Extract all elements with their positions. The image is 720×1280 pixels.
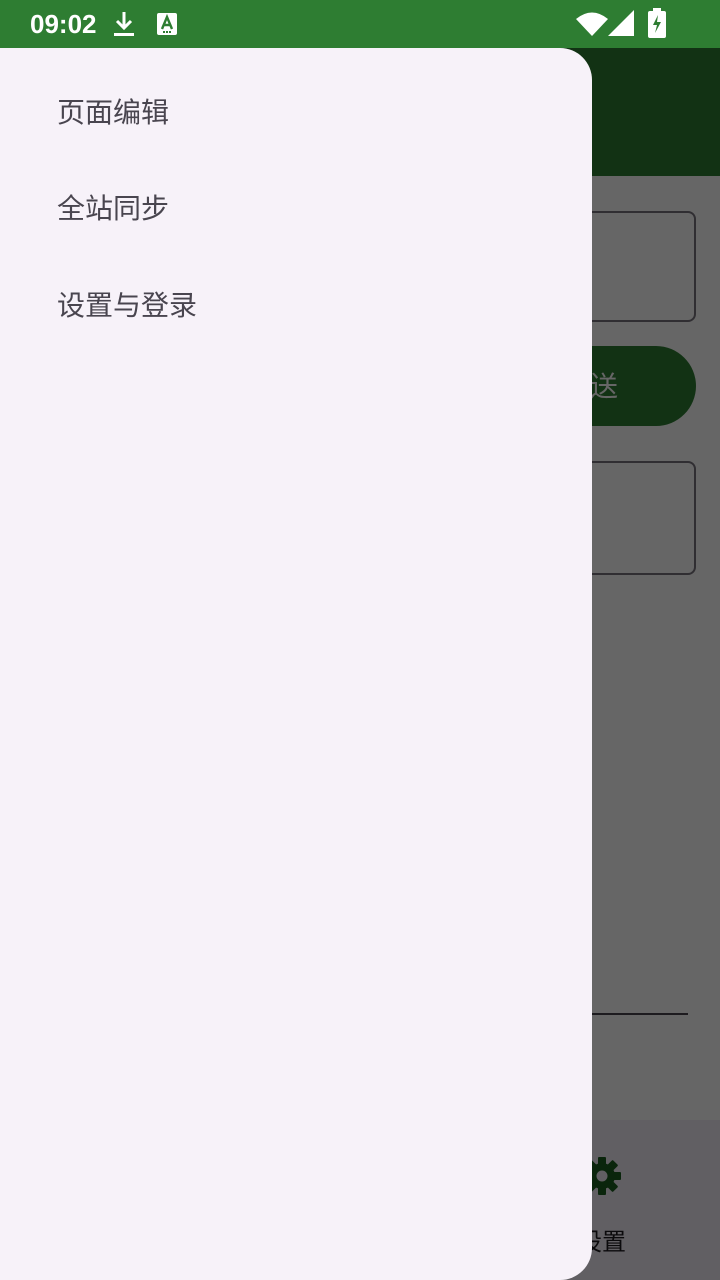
battery-charging-icon [648, 8, 666, 42]
signal-icon [608, 10, 634, 40]
keyboard-a-icon [156, 12, 178, 40]
drawer-item-label: 全站同步 [57, 192, 170, 225]
status-bar: 09:02 [0, 0, 720, 48]
status-time: 09:02 [30, 9, 97, 39]
drawer-item-label: 页面编辑 [57, 96, 170, 129]
drawer-item-label: 设置与登录 [57, 289, 198, 322]
drawer-item-site-sync[interactable]: 全站同步 [24, 169, 568, 249]
screen: 09:02 页面编辑 全站同步 设置与登录 [0, 0, 720, 1280]
drawer-item-page-edit[interactable]: 页面编辑 [24, 73, 568, 153]
wifi-icon [576, 12, 608, 40]
drawer-item-settings-login[interactable]: 设置与登录 [24, 266, 568, 346]
navigation-drawer: 页面编辑 全站同步 设置与登录 [0, 48, 592, 1280]
download-icon [112, 10, 136, 42]
